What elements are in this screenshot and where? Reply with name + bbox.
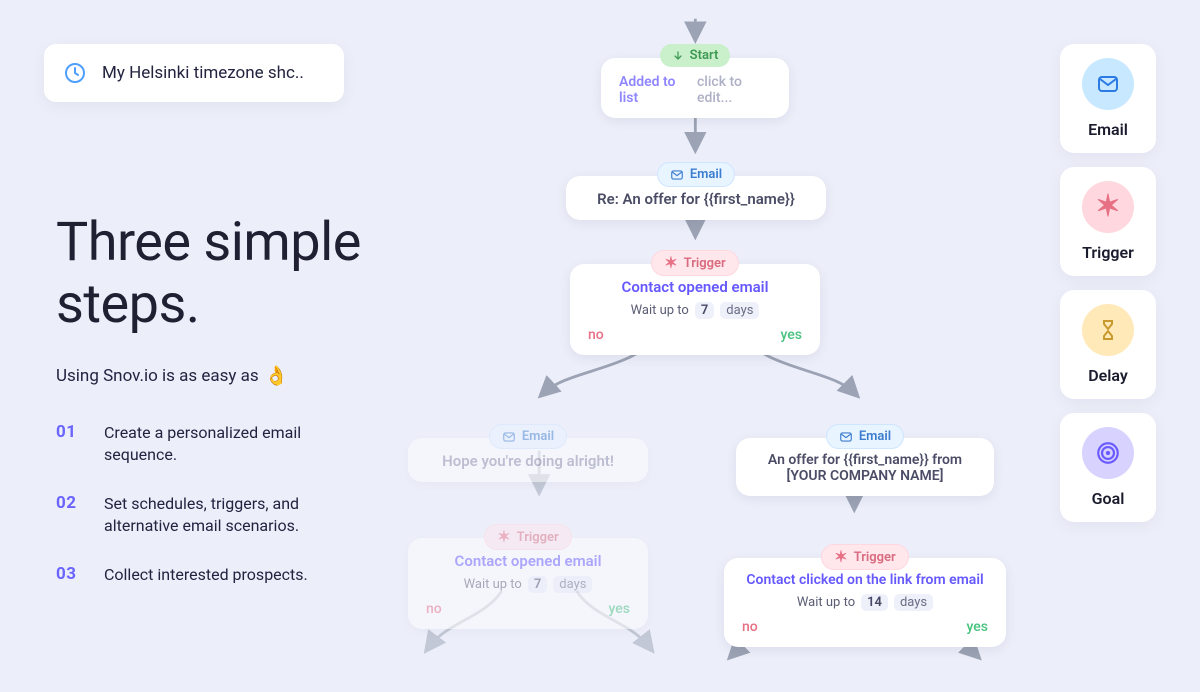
trigger-title: Contact opened email: [455, 552, 602, 570]
step-number: 02: [56, 493, 84, 538]
tool-email[interactable]: Email: [1060, 44, 1156, 153]
trigger-wait: Wait up to 14 days: [797, 594, 933, 611]
tool-delay[interactable]: Delay: [1060, 290, 1156, 399]
start-edit-hint[interactable]: click to edit...: [697, 74, 771, 106]
trigger-badge: ✶Trigger: [651, 250, 738, 276]
tool-label: Trigger: [1082, 243, 1134, 262]
tool-label: Email: [1088, 120, 1128, 139]
step-number: 01: [56, 422, 84, 467]
start-condition: Added to list: [619, 74, 689, 106]
step-text: Set schedules, triggers, and alternative…: [104, 493, 366, 538]
trigger-badge: ✶Trigger: [821, 544, 908, 570]
trigger-wait: Wait up to 7 days: [464, 576, 593, 593]
page-title: Three simple steps.: [56, 212, 396, 336]
node-email[interactable]: Email Hope you're doing alright!: [408, 438, 648, 482]
node-trigger[interactable]: ✶Trigger Contact opened email Wait up to…: [408, 538, 648, 629]
branch-yes: yes: [967, 619, 988, 635]
step-item: 02 Set schedules, triggers, and alternat…: [56, 493, 366, 538]
step-item: 03 Collect interested prospects.: [56, 564, 366, 586]
node-email[interactable]: Email An offer for {{first_name}} from […: [736, 438, 994, 496]
step-text: Create a personalized email sequence.: [104, 422, 366, 467]
email-badge: Email: [489, 424, 567, 449]
tool-trigger[interactable]: ✶ Trigger: [1060, 167, 1156, 276]
branch-no: no: [426, 601, 442, 617]
branch-no: no: [742, 619, 758, 635]
node-trigger[interactable]: ✶Trigger Contact clicked on the link fro…: [724, 558, 1006, 647]
ok-hand-emoji: 👌: [265, 364, 289, 387]
step-item: 01 Create a personalized email sequence.: [56, 422, 366, 467]
steps-list: 01 Create a personalized email sequence.…: [56, 422, 366, 612]
step-number: 03: [56, 564, 84, 586]
step-text: Collect interested prospects.: [104, 564, 308, 586]
trigger-badge: ✶Trigger: [484, 524, 571, 550]
start-badge: Start: [660, 44, 731, 67]
clock-icon: [62, 60, 88, 86]
email-icon: [1082, 58, 1134, 110]
email-subject: Hope you're doing alright!: [442, 452, 614, 470]
timezone-text: My Helsinki timezone shc..: [102, 63, 304, 83]
trigger-title: Contact opened email: [622, 278, 769, 296]
email-badge: Email: [657, 162, 735, 187]
subtitle: Using Snov.io is as easy as 👌: [56, 364, 288, 387]
delay-icon: [1082, 304, 1134, 356]
node-email[interactable]: Email Re: An offer for {{first_name}}: [566, 176, 826, 220]
node-start[interactable]: Start Added to list click to edit...: [601, 58, 789, 118]
email-badge: Email: [826, 424, 904, 449]
email-subject: An offer for {{first_name}} from [YOUR C…: [750, 452, 980, 484]
node-trigger[interactable]: ✶Trigger Contact opened email Wait up to…: [570, 264, 820, 355]
trigger-icon: ✶: [1082, 181, 1134, 233]
tool-label: Delay: [1088, 366, 1128, 385]
email-subject: Re: An offer for {{first_name}}: [597, 190, 795, 208]
goal-icon: [1082, 427, 1134, 479]
flowchart: Start Added to list click to edit... Ema…: [360, 0, 1040, 692]
trigger-title: Contact clicked on the link from email: [746, 572, 983, 588]
branch-yes: yes: [781, 327, 802, 343]
timezone-pill[interactable]: My Helsinki timezone shc..: [44, 44, 344, 102]
tool-goal[interactable]: Goal: [1060, 413, 1156, 522]
element-toolbar: Email ✶ Trigger Delay Goal: [1060, 44, 1156, 522]
branch-no: no: [588, 327, 604, 343]
branch-yes: yes: [609, 601, 630, 617]
trigger-wait: Wait up to 7 days: [631, 302, 760, 319]
tool-label: Goal: [1092, 489, 1125, 508]
